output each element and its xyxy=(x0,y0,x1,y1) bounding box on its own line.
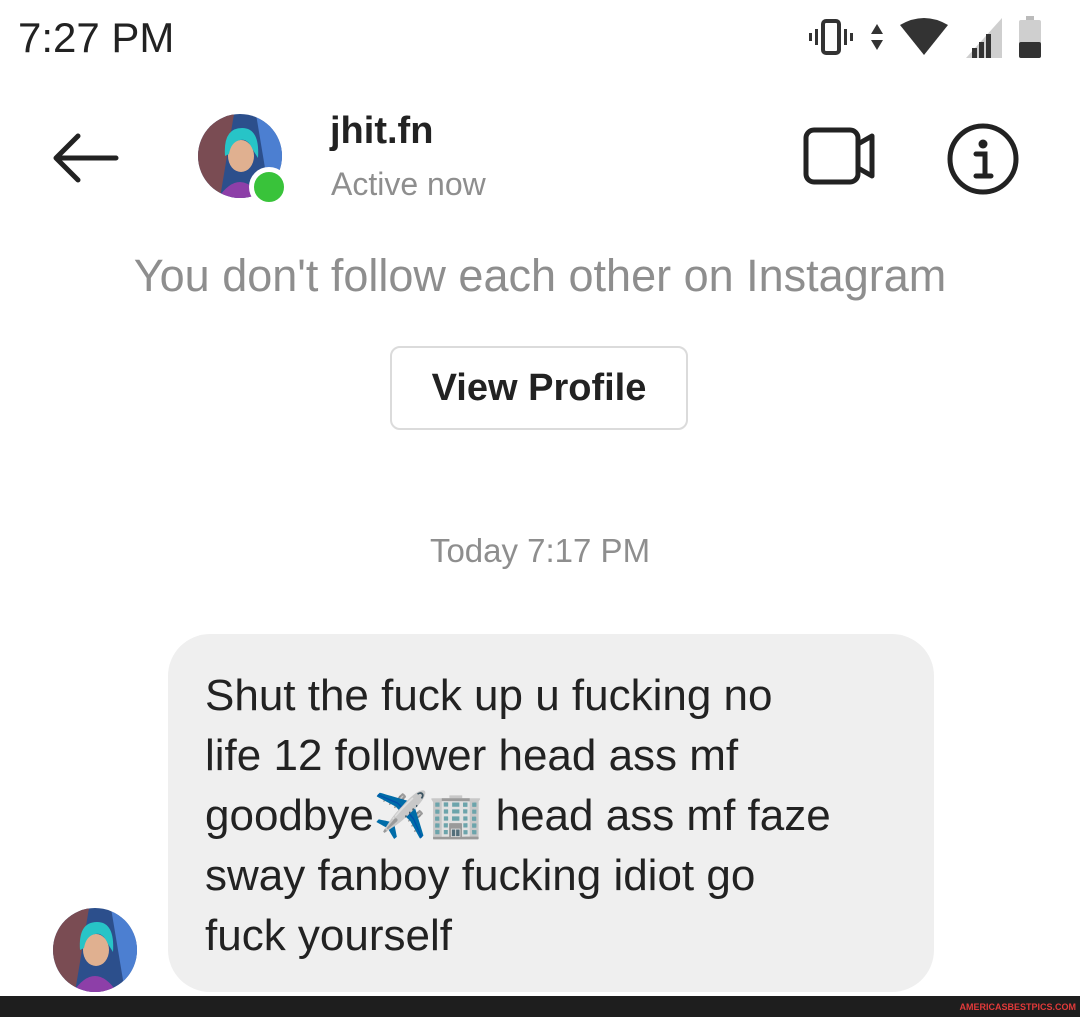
info-icon xyxy=(947,123,1019,195)
message-line: fuck yourself xyxy=(205,911,452,960)
message-line: goodbye✈️🏢 head ass mf faze xyxy=(205,791,831,840)
bottom-bar xyxy=(0,996,1080,1017)
online-indicator xyxy=(249,167,289,207)
sender-avatar[interactable] xyxy=(53,908,137,992)
video-call-icon xyxy=(803,127,875,185)
video-call-button[interactable] xyxy=(800,124,880,188)
message-line: Shut the fuck up u fucking no xyxy=(205,671,773,720)
watermark: AMERICASBESTPICS.COM xyxy=(959,1002,1076,1012)
data-arrows-icon xyxy=(871,24,883,50)
signal-icon xyxy=(966,18,1002,58)
status-icons xyxy=(806,14,1042,60)
back-button[interactable] xyxy=(48,130,120,186)
back-arrow-icon xyxy=(53,133,119,183)
wifi-icon xyxy=(900,18,948,55)
active-status: Active now xyxy=(331,166,486,202)
status-time: 7:27 PM xyxy=(18,14,175,61)
message-line: sway fanboy fucking idiot go xyxy=(205,851,756,900)
view-profile-button[interactable]: View Profile xyxy=(390,346,688,430)
username[interactable]: jhit.fn xyxy=(330,110,433,153)
message-bubble[interactable]: Shut the fuck up u fucking no life 12 fo… xyxy=(168,634,934,992)
message-line: life 12 follower head ass mf xyxy=(205,731,739,780)
status-bar: 7:27 PM xyxy=(0,0,1080,80)
conversation-header: jhit.fn Active now xyxy=(0,90,1080,230)
vibrate-icon xyxy=(809,19,853,55)
message-timestamp: Today 7:17 PM xyxy=(429,532,651,569)
follow-notice: You don't follow each other on Instagram xyxy=(133,250,947,301)
battery-icon xyxy=(1019,16,1041,58)
info-button[interactable] xyxy=(946,122,1020,196)
